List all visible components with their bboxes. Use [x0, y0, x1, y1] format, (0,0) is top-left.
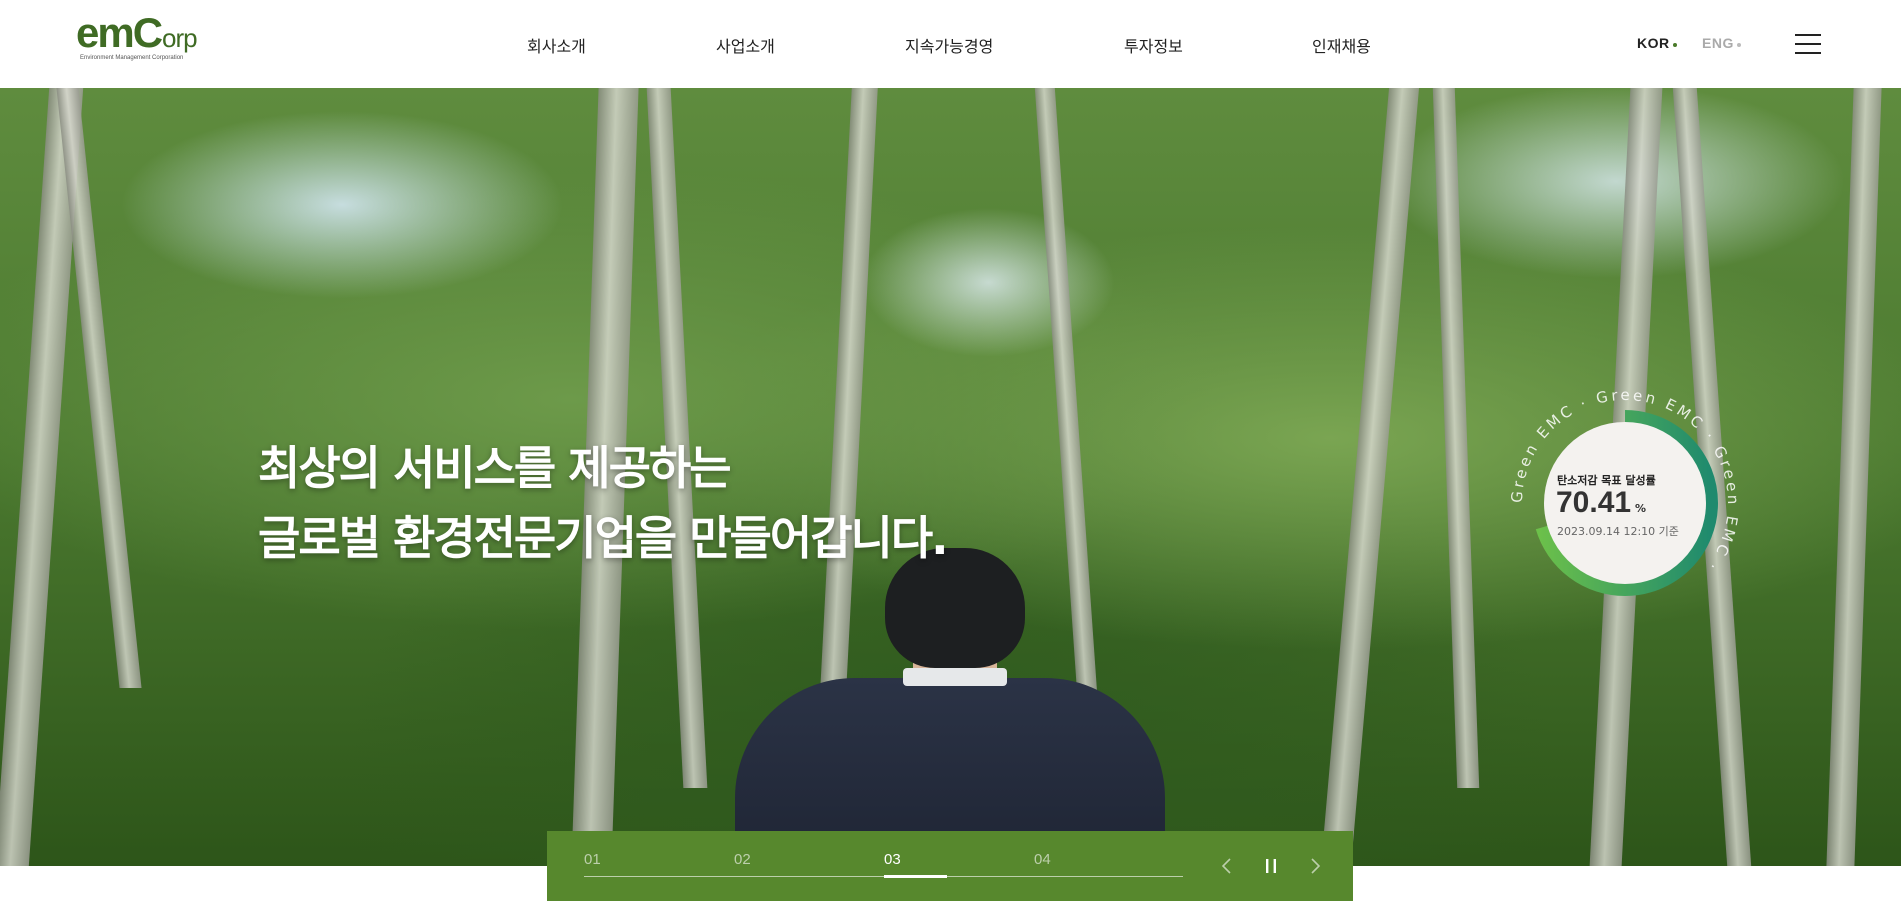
lang-kor-dot	[1672, 43, 1677, 47]
hero-title-line-1: 최상의 서비스를 제공하는	[258, 441, 732, 495]
slide-indicator-03[interactable]: 03	[884, 851, 901, 868]
menu-line	[1795, 52, 1821, 54]
chevron-left-icon[interactable]	[1214, 853, 1240, 879]
carbon-reduction-badge: Green EMC · Green EMC · Green EMC · 탄소저감…	[1500, 378, 1750, 628]
slide-progress-fill	[884, 875, 947, 878]
lang-eng-label: ENG	[1702, 35, 1734, 51]
slider-controls: 01 02 03 04	[547, 831, 1353, 901]
chevron-right-icon[interactable]	[1302, 853, 1328, 879]
slide-indicator-02[interactable]: 02	[734, 851, 751, 868]
menu-line	[1795, 43, 1821, 45]
birch-tree	[56, 88, 142, 688]
hero-title-line-2: 글로벌 환경전문기업을 만들어갑니다.	[258, 511, 949, 565]
lang-eng-dot	[1736, 43, 1741, 47]
badge-unit: %	[1635, 502, 1647, 515]
birch-tree	[1320, 88, 1420, 866]
badge-date: 2023.09.14 12:10 기준	[1557, 525, 1679, 538]
nav-item-company[interactable]: 회사소개	[527, 33, 586, 57]
birch-tree	[1432, 88, 1480, 788]
badge-value: 70.41	[1556, 486, 1632, 519]
logo-tagline: Environment Management Corporation	[80, 55, 184, 61]
lang-eng-link[interactable]: ENG	[1702, 35, 1741, 51]
logo-main-text: emC	[76, 9, 163, 56]
pause-icon[interactable]	[1258, 853, 1284, 879]
nav-item-investor[interactable]: 투자정보	[1124, 33, 1183, 57]
hero-title: 최상의 서비스를 제공하는 글로벌 환경전문기업을 만들어갑니다.	[258, 433, 949, 573]
person-collar	[903, 668, 1007, 686]
lang-kor-link[interactable]: KOR	[1637, 35, 1677, 51]
birch-tree	[1826, 88, 1882, 866]
hero-visual: 최상의 서비스를 제공하는 글로벌 환경전문기업을 만들어갑니다. Green …	[0, 88, 1901, 866]
hamburger-menu-icon[interactable]	[1795, 34, 1823, 56]
nav-item-business[interactable]: 사업소개	[716, 33, 775, 57]
slide-indicator-04[interactable]: 04	[1034, 851, 1051, 868]
slide-indicator-01[interactable]: 01	[584, 851, 601, 868]
emc-logo[interactable]: emCorp Environment Management Corporatio…	[76, 12, 206, 68]
logo-sub-text: orp	[162, 23, 198, 53]
businessman-figure	[735, 548, 1165, 866]
site-header: emCorp Environment Management Corporatio…	[0, 0, 1901, 88]
lang-kor-label: KOR	[1637, 35, 1670, 51]
nav-item-sustainability[interactable]: 지속가능경영	[905, 33, 993, 57]
nav-item-careers[interactable]: 인재채용	[1312, 33, 1371, 57]
menu-line	[1795, 34, 1821, 36]
